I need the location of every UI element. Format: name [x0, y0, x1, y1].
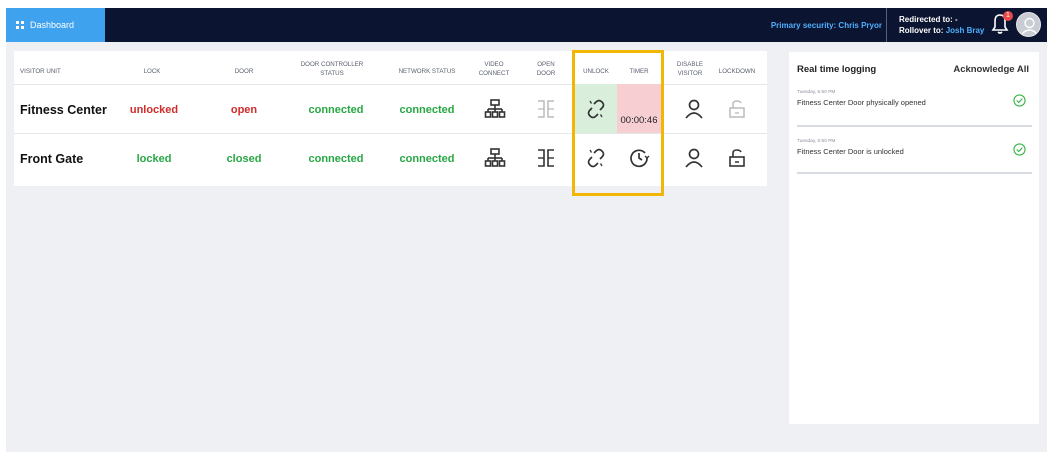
disable-visitor-button[interactable] — [683, 98, 705, 120]
lock-status: locked — [136, 153, 172, 165]
top-bar: Dashboard Primary security: Chris Pryor … — [6, 8, 1047, 42]
controller-status: connected — [308, 104, 364, 116]
lock-status: unlocked — [129, 104, 179, 116]
door-status: closed — [226, 153, 262, 165]
row-separator — [14, 133, 767, 134]
padlock-icon — [729, 100, 745, 118]
padlock-icon — [729, 149, 745, 167]
header-unlock: UNLOCK — [583, 68, 609, 75]
header-timer: TIMER — [629, 68, 649, 75]
log-entry-message: Fitness Center Door is unlocked — [797, 147, 1032, 156]
header-disable-visitor-line2: VISITOR — [677, 70, 703, 77]
lockdown-button[interactable] — [726, 147, 748, 169]
dashboard-tab[interactable]: Dashboard — [6, 8, 105, 42]
log-entry-unit: Fitness Center — [797, 147, 846, 156]
log-entry-time: Tuesday, 5:50 PM — [797, 90, 836, 95]
unlock-button[interactable] — [585, 147, 607, 169]
unit-name: Front Gate — [20, 152, 84, 166]
log-separator — [797, 172, 1032, 174]
controller-status: connected — [308, 153, 364, 165]
network-status: connected — [399, 104, 455, 116]
check-circle-icon[interactable] — [1013, 143, 1026, 156]
lockdown-button[interactable] — [726, 98, 748, 120]
header-lockdown: LOCKDOWN — [718, 68, 756, 75]
acknowledge-all-button[interactable]: Acknowledge All — [953, 64, 1029, 75]
header-open-door: OPEN DOOR — [529, 60, 563, 78]
person-icon — [685, 148, 703, 168]
header-door-controller-status-line1: DOOR CONTROLLER — [300, 61, 364, 68]
header-disable-visitor-line1: DISABLE — [676, 61, 704, 68]
network-icon — [484, 99, 506, 118]
open-door-button[interactable] — [535, 98, 557, 120]
header-visitor-unit: VISITOR UNIT — [20, 68, 61, 75]
redirected-value: - — [955, 15, 958, 24]
header-door: DOOR — [234, 68, 254, 75]
disable-visitor-button[interactable] — [683, 147, 705, 169]
broken-link-icon — [587, 148, 605, 168]
rollover-value[interactable]: Josh Bray — [946, 26, 985, 35]
unlock-button[interactable] — [585, 98, 607, 120]
visitor-units-table: VISITOR UNIT LOCK DOOR DOOR CONTROLLER S… — [14, 51, 767, 186]
video-connect-button[interactable] — [484, 147, 506, 169]
redirected-label: Redirected to: — [899, 15, 953, 24]
content-area: VISITOR UNIT LOCK DOOR DOOR CONTROLLER S… — [6, 42, 1047, 452]
header-door-controller-status: DOOR CONTROLLER STATUS — [292, 60, 372, 78]
timer-countdown: 00:00:46 — [620, 115, 658, 126]
header-door-controller-status-line2: STATUS — [320, 70, 344, 77]
header-network-status: NETWORK STATUS — [398, 68, 456, 75]
log-entry: Tuesday, 5:50 PM Fitness Center Door is … — [797, 139, 1032, 156]
log-entry: Tuesday, 5:50 PM Fitness Center Door phy… — [797, 90, 1032, 107]
user-avatar-icon — [1020, 17, 1039, 36]
header-video-connect-line2: CONNECT — [478, 70, 510, 77]
header-open-door-line2: DOOR — [536, 70, 556, 77]
door-icon — [538, 100, 554, 118]
header-lock: LOCK — [143, 68, 161, 75]
header-open-door-line1: OPEN — [537, 61, 555, 68]
header-video-connect-line1: VIDEO — [484, 61, 504, 68]
network-icon — [484, 148, 506, 167]
header-video-connect: VIDEO CONNECT — [474, 60, 514, 78]
log-title: Real time logging — [797, 64, 877, 75]
rollover-label: Rollover to: — [899, 26, 944, 35]
door-status: open — [230, 104, 258, 116]
notification-badge: 1 — [1003, 11, 1013, 21]
log-entry-time: Tuesday, 5:50 PM — [797, 139, 836, 144]
timer-button[interactable] — [628, 147, 650, 169]
check-circle-icon[interactable] — [1013, 94, 1026, 107]
video-connect-button[interactable] — [484, 98, 506, 120]
log-entry-message: Fitness Center Door physically opened — [797, 98, 1032, 107]
log-separator — [797, 125, 1032, 127]
log-entry-text: Door physically opened — [847, 98, 926, 107]
redirect-info: Redirected to: - Rollover to: Josh Bray — [899, 14, 984, 36]
door-icon — [538, 149, 554, 167]
realtime-logging-panel: Real time logging Acknowledge All Tuesda… — [789, 52, 1039, 424]
topbar-divider — [886, 8, 887, 42]
log-entry-unit: Fitness Center — [797, 98, 846, 107]
log-entry-text: Door is unlocked — [847, 147, 904, 156]
dashboard-tab-label: Dashboard — [30, 20, 75, 30]
grid-icon — [16, 21, 24, 29]
network-status: connected — [399, 153, 455, 165]
timer-icon — [630, 149, 650, 168]
person-icon — [685, 99, 703, 119]
broken-link-icon — [587, 99, 605, 119]
user-avatar[interactable] — [1016, 12, 1041, 37]
open-door-button[interactable] — [535, 147, 557, 169]
primary-security-label: Primary security: Chris Pryor — [770, 20, 882, 30]
unit-name: Fitness Center — [20, 103, 107, 117]
header-disable-visitor: DISABLE VISITOR — [670, 60, 710, 78]
